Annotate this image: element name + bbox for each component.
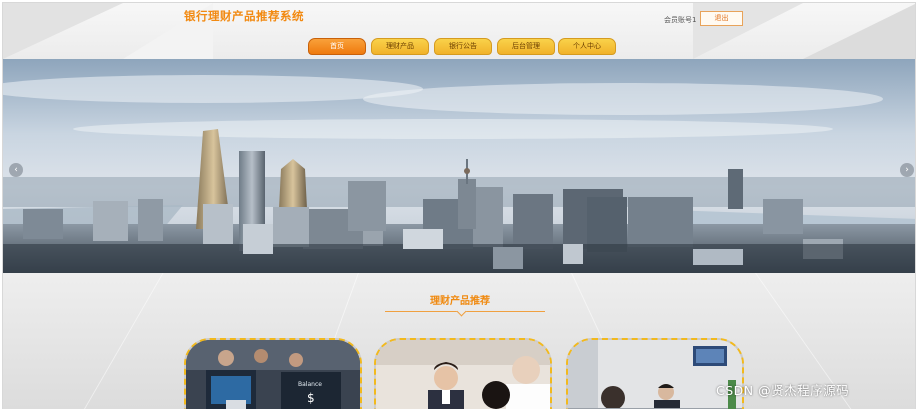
product-card-1[interactable]: Balance $: [184, 338, 362, 409]
chevron-right-icon: ›: [905, 165, 909, 175]
csdn-watermark: CSDN @贤杰程序源码: [716, 383, 850, 398]
product-card-2[interactable]: [374, 338, 552, 409]
nav-admin[interactable]: 后台管理: [497, 38, 555, 55]
nav-personal-center[interactable]: 个人中心: [558, 38, 616, 55]
banner-next-arrow[interactable]: ›: [900, 163, 914, 177]
nav-products[interactable]: 理财产品: [371, 38, 429, 55]
bank-staff-image: [376, 340, 550, 409]
section-chevron-icon: [456, 306, 467, 317]
hero-banner[interactable]: ‹ ›: [3, 59, 915, 273]
site-header: 银行理财产品推荐系统 会员账号1 退出 首页 理财产品 银行公告 后台管理 个人…: [3, 3, 915, 59]
member-account-label: 会员账号1: [664, 16, 697, 24]
card-image-text: Balance: [298, 381, 322, 388]
city-skyline-image: [3, 59, 915, 273]
banner-prev-arrow[interactable]: ‹: [9, 163, 23, 177]
dollar-symbol: $: [307, 391, 315, 405]
site-title: 银行理财产品推荐系统: [184, 9, 304, 23]
section-title: 理财产品推荐: [430, 296, 490, 307]
chevron-left-icon: ‹: [14, 165, 18, 175]
nav-announcements[interactable]: 银行公告: [434, 38, 492, 55]
nav-home[interactable]: 首页: [308, 38, 366, 55]
app-window: 银行理财产品推荐系统 会员账号1 退出 首页 理财产品 银行公告 后台管理 个人…: [2, 2, 916, 409]
logout-button[interactable]: 退出: [700, 11, 743, 26]
trading-desk-image: Balance $: [186, 340, 360, 409]
